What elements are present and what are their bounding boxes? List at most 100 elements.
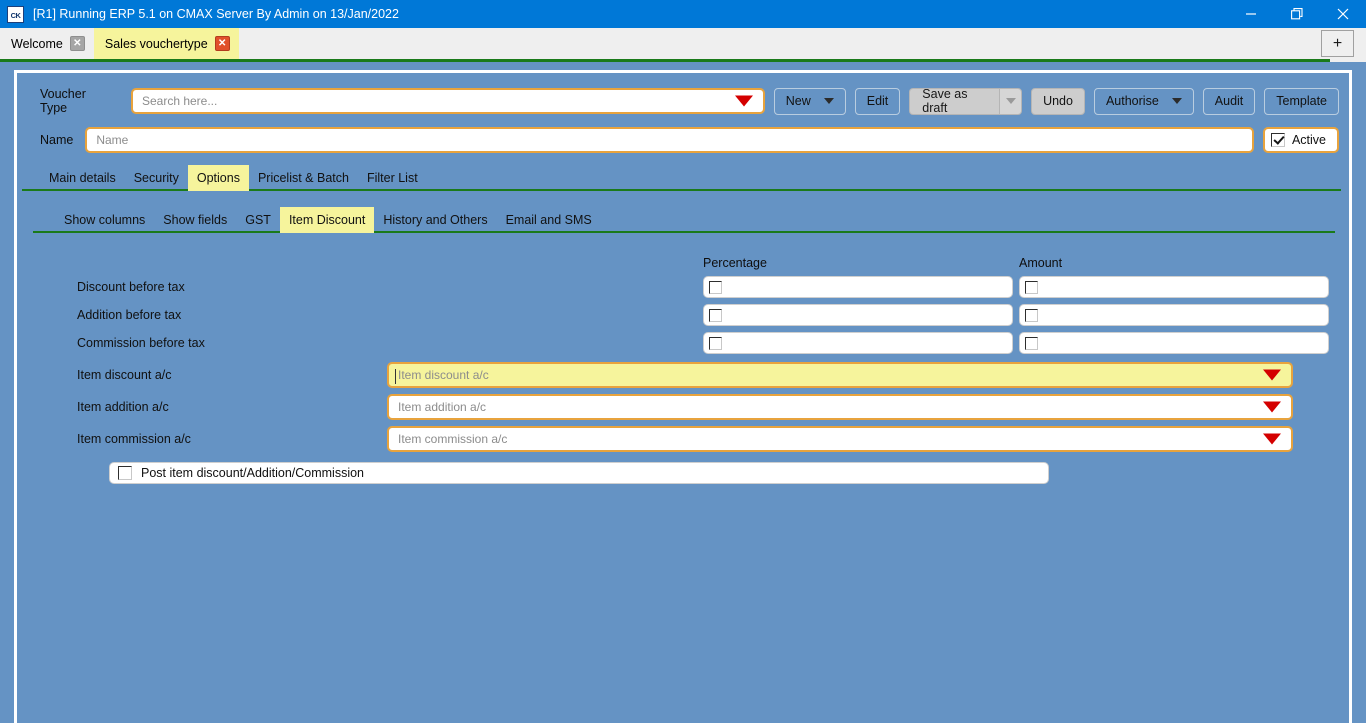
column-header-percentage: Percentage — [703, 256, 767, 270]
sub-tabs: Show columns Show fields GST Item Discou… — [17, 207, 1349, 233]
checkbox-icon[interactable] — [1025, 336, 1038, 350]
main-tabs: Main details Security Options Pricelist … — [17, 165, 1349, 191]
item-discount-account-input[interactable]: Item discount a/c — [387, 362, 1293, 388]
table-row: Addition before tax — [55, 301, 1329, 329]
tab-filter-list[interactable]: Filter List — [358, 165, 427, 191]
template-button[interactable]: Template — [1264, 87, 1340, 115]
addition-before-tax-percentage-field[interactable] — [703, 304, 1013, 326]
grid-column-headers: Percentage Amount — [55, 253, 1293, 273]
checkbox-icon[interactable] — [1025, 280, 1038, 294]
table-row: Commission before tax — [55, 329, 1329, 357]
voucher-type-label: Voucher Type — [40, 87, 86, 115]
window-title: [R1] Running ERP 5.1 on CMAX Server By A… — [33, 7, 399, 21]
save-as-draft-dropdown[interactable] — [999, 87, 1023, 115]
voucher-type-placeholder: Search here... — [141, 94, 218, 108]
window-controls — [1228, 0, 1366, 28]
row-label-commission-before-tax: Commission before tax — [77, 336, 205, 350]
close-icon[interactable] — [1320, 0, 1366, 28]
document-tabstrip: Welcome ✕ Sales vouchertype ✕ + — [0, 28, 1366, 59]
document-tab-label: Sales vouchertype — [104, 36, 208, 51]
row-label-discount-before-tax: Discount before tax — [77, 280, 185, 294]
edit-button[interactable]: Edit — [854, 87, 901, 115]
window-titlebar: CK [R1] Running ERP 5.1 on CMAX Server B… — [0, 0, 1366, 28]
addition-before-tax-amount-field[interactable] — [1019, 304, 1329, 326]
item-addition-account-input[interactable]: Item addition a/c — [387, 394, 1293, 420]
subtab-email-and-sms[interactable]: Email and SMS — [497, 207, 601, 233]
table-row: Item commission a/c Item commission a/c — [55, 423, 1293, 455]
close-icon[interactable]: ✕ — [214, 36, 230, 51]
audit-button[interactable]: Audit — [1202, 87, 1256, 115]
save-as-draft-split-button[interactable]: Save as draft — [909, 87, 1023, 115]
voucher-type-search-input[interactable]: Search here... — [130, 88, 765, 114]
column-header-amount: Amount — [1019, 256, 1063, 270]
active-checkbox[interactable]: Active — [1262, 127, 1339, 153]
discount-before-tax-amount-field[interactable] — [1019, 276, 1329, 298]
item-commission-account-placeholder: Item commission a/c — [398, 432, 508, 446]
form-panel: Voucher Type Search here... New Edit Sav… — [14, 70, 1352, 723]
text-caret — [395, 369, 396, 384]
row-label-item-discount-ac: Item discount a/c — [77, 368, 172, 382]
tab-security[interactable]: Security — [125, 165, 188, 191]
name-row: Name Name Active — [17, 115, 1349, 153]
post-item-discount-checkbox[interactable]: Post item discount/Addition/Commission — [109, 462, 1049, 484]
chevron-down-icon — [823, 98, 834, 104]
checkbox-icon[interactable] — [709, 280, 722, 294]
template-button-label: Template — [1276, 94, 1328, 108]
chevron-down-icon[interactable] — [1263, 401, 1281, 413]
workspace: Voucher Type Search here... New Edit Sav… — [0, 62, 1366, 723]
post-item-discount-label: Post item discount/Addition/Commission — [141, 466, 365, 480]
close-icon[interactable]: ✕ — [69, 36, 85, 51]
item-commission-account-input[interactable]: Item commission a/c — [387, 426, 1293, 452]
edit-button-label: Edit — [866, 94, 889, 108]
tab-main-details[interactable]: Main details — [40, 165, 125, 191]
minimize-icon[interactable] — [1228, 0, 1274, 28]
tab-options[interactable]: Options — [187, 165, 249, 191]
app-logo-icon: CK — [7, 5, 24, 23]
active-label: Active — [1291, 133, 1326, 147]
subtab-history-and-others[interactable]: History and Others — [374, 207, 496, 233]
subtab-show-columns[interactable]: Show columns — [55, 207, 154, 233]
authorise-button-label: Authorise — [1105, 94, 1159, 108]
table-row: Item discount a/c Item discount a/c — [55, 359, 1293, 391]
row-label-item-commission-ac: Item commission a/c — [77, 432, 191, 446]
subtab-gst[interactable]: GST — [236, 207, 280, 233]
post-row: Post item discount/Addition/Commission — [55, 462, 1293, 484]
checkbox-icon[interactable] — [1270, 133, 1285, 147]
table-row: Discount before tax — [55, 273, 1329, 301]
name-label: Name — [40, 133, 74, 147]
undo-button-label: Undo — [1043, 94, 1073, 108]
row-label-item-addition-ac: Item addition a/c — [77, 400, 169, 414]
discount-before-tax-percentage-field[interactable] — [703, 276, 1013, 298]
checkbox-icon[interactable] — [709, 336, 722, 350]
audit-button-label: Audit — [1214, 94, 1244, 108]
chevron-down-icon[interactable] — [734, 95, 753, 107]
voucher-type-row: Voucher Type Search here... New Edit Sav… — [17, 73, 1349, 115]
name-placeholder: Name — [96, 133, 129, 147]
checkbox-icon[interactable] — [709, 308, 722, 322]
authorise-button[interactable]: Authorise — [1093, 87, 1194, 115]
save-as-draft-button[interactable]: Save as draft — [909, 87, 999, 115]
tab-pricelist-and-batch[interactable]: Pricelist & Batch — [249, 165, 358, 191]
maximize-icon[interactable] — [1274, 0, 1320, 28]
table-row: Item addition a/c Item addition a/c — [55, 391, 1293, 423]
subtab-show-fields[interactable]: Show fields — [154, 207, 236, 233]
checkbox-icon[interactable] — [118, 466, 132, 480]
new-button[interactable]: New — [773, 87, 846, 115]
commission-before-tax-percentage-field[interactable] — [703, 332, 1013, 354]
name-input[interactable]: Name — [85, 127, 1254, 153]
chevron-down-icon[interactable] — [1263, 433, 1281, 445]
item-addition-account-placeholder: Item addition a/c — [398, 400, 487, 414]
document-tab-label: Welcome — [11, 36, 63, 51]
document-tab-sales-vouchertype[interactable]: Sales vouchertype ✕ — [93, 28, 239, 59]
item-discount-account-placeholder: Item discount a/c — [398, 368, 489, 382]
new-tab-button[interactable]: + — [1321, 30, 1354, 57]
checkbox-icon[interactable] — [1025, 308, 1038, 322]
chevron-down-icon[interactable] — [1263, 369, 1281, 381]
new-button-label: New — [785, 94, 811, 108]
subtab-item-discount[interactable]: Item Discount — [279, 207, 375, 233]
row-label-addition-before-tax: Addition before tax — [77, 308, 182, 322]
document-tab-welcome[interactable]: Welcome ✕ — [0, 28, 94, 59]
chevron-down-icon — [1171, 98, 1182, 104]
commission-before-tax-amount-field[interactable] — [1019, 332, 1329, 354]
undo-button[interactable]: Undo — [1031, 87, 1085, 115]
